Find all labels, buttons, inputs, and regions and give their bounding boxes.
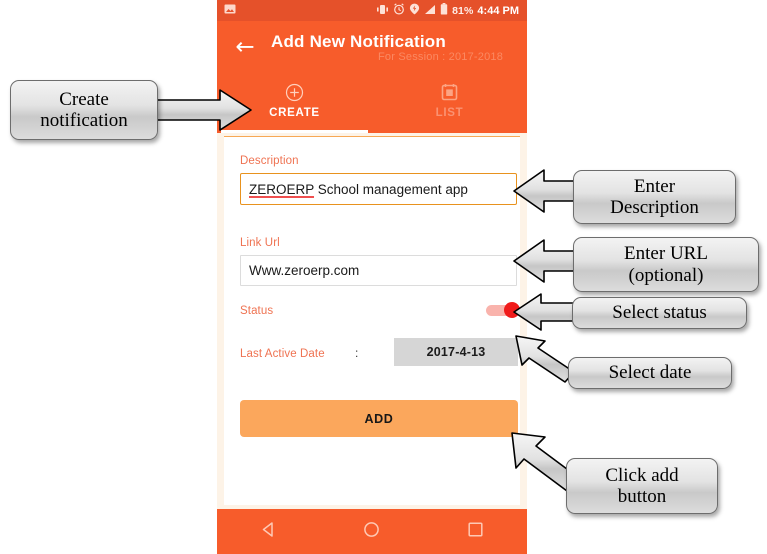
tab-list[interactable]: LIST — [372, 77, 527, 133]
callout-enter-url-text: Enter URL (optional) — [624, 243, 708, 286]
description-misspelled-word: ZEROERP — [249, 181, 315, 197]
description-label: Description — [240, 155, 299, 167]
alarm-clock-icon — [393, 2, 405, 20]
tab-bar: CREATE LIST — [217, 77, 527, 133]
callout-enter-url: Enter URL (optional) — [573, 237, 759, 292]
signal-icon — [424, 2, 436, 20]
status-label: Status — [240, 305, 274, 317]
form-card: Description ZEROERP School management ap… — [224, 136, 520, 505]
plus-circle-icon — [285, 82, 304, 102]
link-url-input[interactable]: Www.zeroerp.com — [240, 255, 517, 286]
page-title: Add New Notification — [271, 32, 446, 51]
callout-select-date-text: Select date — [608, 362, 692, 384]
add-button[interactable]: ADD — [240, 400, 518, 437]
callout-click-add: Click add button — [566, 458, 718, 514]
location-icon — [409, 2, 420, 20]
vibrate-icon — [376, 2, 389, 20]
recents-square-icon[interactable] — [467, 521, 484, 543]
callout-create-notification: Create notification — [10, 80, 158, 140]
date-value: 2017-4-13 — [426, 345, 486, 359]
clock-time: 4:44 PM — [477, 4, 519, 17]
battery-percent: 81% — [452, 4, 474, 17]
last-active-date-label: Last Active Date — [240, 348, 325, 360]
status-bar-right: 81% 4:44 PM — [376, 2, 527, 20]
form-panel: Description ZEROERP School management ap… — [217, 133, 527, 509]
callout-enter-description-text: Enter Description — [610, 175, 699, 218]
callout-select-status-text: Select status — [612, 302, 707, 324]
home-circle-icon[interactable] — [363, 521, 380, 543]
description-value: ZEROERP School management app — [249, 182, 468, 197]
callout-create-notification-text: Create notification — [40, 88, 128, 131]
add-button-label: ADD — [364, 411, 394, 426]
image-icon — [224, 2, 236, 20]
status-bar-left — [217, 2, 236, 20]
tab-create-label: CREATE — [269, 107, 320, 119]
screenshot-root: 81% 4:44 PM ← Add New Notification For S… — [0, 0, 767, 554]
session-subtitle: For Session : 2017-2018 — [378, 51, 504, 63]
tab-list-label: LIST — [435, 107, 464, 119]
link-url-label: Link Url — [240, 237, 280, 249]
app-bar: ← Add New Notification For Session : 201… — [217, 21, 527, 77]
description-value-rest: School management app — [314, 181, 468, 197]
back-arrow-icon[interactable]: ← — [233, 35, 257, 59]
callout-enter-description: Enter Description — [573, 170, 736, 224]
battery-icon — [440, 2, 448, 20]
description-input[interactable]: ZEROERP School management app — [240, 173, 517, 205]
phone-screen: 81% 4:44 PM ← Add New Notification For S… — [217, 0, 527, 554]
link-url-value: Www.zeroerp.com — [249, 263, 360, 278]
callout-click-add-text: Click add button — [605, 464, 679, 507]
arrow-create-notification — [151, 89, 252, 131]
status-bar: 81% 4:44 PM — [217, 0, 527, 21]
callout-select-status: Select status — [572, 297, 747, 329]
android-nav-bar — [217, 509, 527, 554]
callout-select-date: Select date — [568, 357, 732, 389]
calendar-list-icon — [441, 82, 458, 102]
date-picker-button[interactable]: 2017-4-13 — [394, 338, 518, 366]
back-triangle-icon[interactable] — [260, 521, 277, 543]
date-separator: : — [355, 346, 359, 360]
